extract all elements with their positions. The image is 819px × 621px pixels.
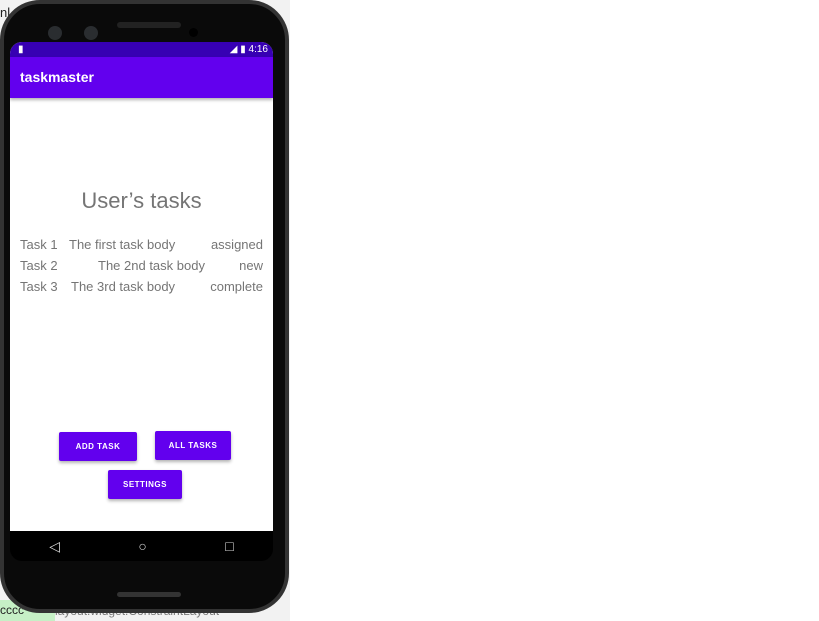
speaker: [117, 22, 181, 28]
app-bar-title: taskmaster: [10, 57, 273, 98]
battery-icon: ▮: [240, 44, 246, 55]
task-title: Task 2: [20, 258, 58, 273]
task-body: The 3rd task body: [71, 279, 176, 294]
signal-icon: ◢: [229, 44, 238, 55]
task-title: Task 3: [20, 279, 58, 294]
camera-icon: [48, 26, 62, 40]
app-screen: ▮ ◢ ▮ 4:16 taskmaster User’s tasks Task …: [10, 42, 273, 531]
page-title: User’s tasks: [81, 188, 202, 213]
task-body: The 2nd task body: [98, 258, 205, 273]
back-icon[interactable]: ◁: [49, 538, 60, 555]
recents-icon[interactable]: □: [225, 538, 233, 554]
sensor: [189, 28, 198, 37]
task-state: complete: [210, 279, 263, 294]
sd-card-icon: ▮: [18, 44, 24, 55]
clock: 4:16: [248, 44, 268, 55]
status-bar: ▮ ◢ ▮ 4:16: [10, 42, 273, 57]
camera-icon: [84, 26, 98, 40]
bottom-speaker: [117, 592, 181, 597]
add-task-button[interactable]: ADD TASK: [59, 432, 137, 461]
task-state: new: [239, 258, 263, 273]
task-state: assigned: [210, 237, 263, 252]
task-title: Task 1: [20, 237, 58, 252]
all-tasks-button[interactable]: ALL TASKS: [155, 431, 231, 460]
navigation-bar: ◁ ○ □: [10, 531, 273, 561]
home-icon[interactable]: ○: [138, 538, 146, 554]
task-body: The first task body: [69, 237, 176, 252]
settings-button[interactable]: SETTINGS: [108, 470, 182, 499]
